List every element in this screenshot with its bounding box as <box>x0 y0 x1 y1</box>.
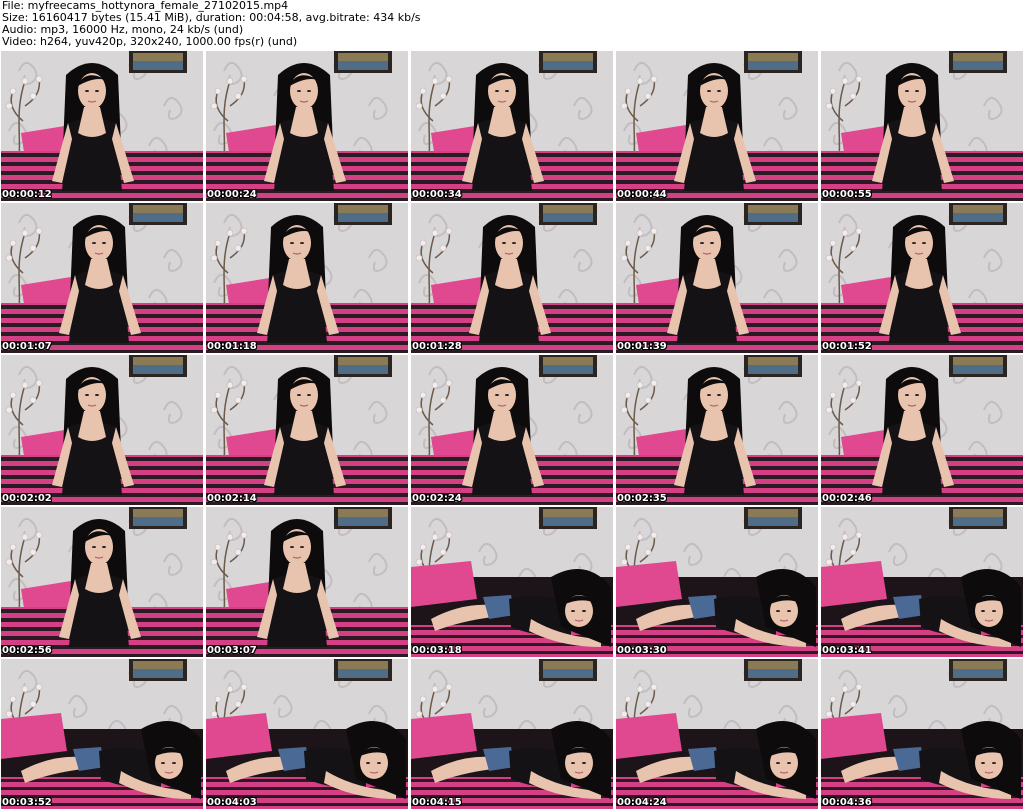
frame-timestamp: 00:02:14 <box>207 493 257 504</box>
frame-image <box>821 355 1023 505</box>
frame-image <box>206 203 408 353</box>
video-frame-thumbnail: 00:02:14 <box>206 355 408 505</box>
frame-timestamp: 00:04:24 <box>617 797 667 808</box>
frame-image <box>1 507 203 657</box>
video-frame-thumbnail: 00:00:24 <box>206 51 408 201</box>
frame-timestamp: 00:03:41 <box>822 645 872 656</box>
thumbnail-grid: 00:00:12 00:00:24 00:00:34 00:00:44 00:00:55… <box>1 51 1023 811</box>
video-frame-thumbnail: 00:04:24 <box>616 659 818 809</box>
video-frame-thumbnail: 00:04:15 <box>411 659 613 809</box>
frame-image <box>616 51 818 201</box>
frame-timestamp: 00:03:52 <box>2 797 52 808</box>
frame-image <box>206 659 408 809</box>
video-frame-thumbnail: 00:02:02 <box>1 355 203 505</box>
frame-timestamp: 00:02:35 <box>617 493 667 504</box>
frame-image <box>206 51 408 201</box>
video-frame-thumbnail: 00:02:46 <box>821 355 1023 505</box>
video-info-line: Video: h264, yuv420p, 320x240, 1000.00 f… <box>2 36 298 48</box>
video-frame-thumbnail: 00:00:44 <box>616 51 818 201</box>
video-frame-thumbnail: 00:02:24 <box>411 355 613 505</box>
frame-image <box>616 659 818 809</box>
frame-timestamp: 00:00:55 <box>822 189 872 200</box>
video-frame-thumbnail: 00:02:35 <box>616 355 818 505</box>
frame-timestamp: 00:01:07 <box>2 341 52 352</box>
frame-timestamp: 00:02:46 <box>822 493 872 504</box>
frame-timestamp: 00:03:07 <box>207 645 257 656</box>
frame-image <box>616 203 818 353</box>
frame-timestamp: 00:03:30 <box>617 645 667 656</box>
frame-timestamp: 00:01:18 <box>207 341 257 352</box>
file-size-line: Size: 16160417 bytes (15.41 MiB), durati… <box>2 12 421 24</box>
audio-info-line: Audio: mp3, 16000 Hz, mono, 24 kb/s (und… <box>2 24 244 36</box>
video-frame-thumbnail: 00:01:07 <box>1 203 203 353</box>
frame-image <box>616 355 818 505</box>
video-frame-thumbnail: 00:02:56 <box>1 507 203 657</box>
frame-image <box>821 507 1023 657</box>
video-frame-thumbnail: 00:00:55 <box>821 51 1023 201</box>
video-frame-thumbnail: 00:03:41 <box>821 507 1023 657</box>
frame-image <box>1 355 203 505</box>
frame-image <box>411 51 613 201</box>
frame-image <box>411 507 613 657</box>
frame-image <box>821 659 1023 809</box>
video-frame-thumbnail: 00:03:30 <box>616 507 818 657</box>
frame-timestamp: 00:02:56 <box>2 645 52 656</box>
frame-image <box>1 203 203 353</box>
frame-image <box>411 355 613 505</box>
video-frame-thumbnail: 00:01:28 <box>411 203 613 353</box>
frame-timestamp: 00:00:44 <box>617 189 667 200</box>
video-frame-thumbnail: 00:00:12 <box>1 51 203 201</box>
frame-timestamp: 00:00:34 <box>412 189 462 200</box>
video-frame-thumbnail: 00:03:07 <box>206 507 408 657</box>
video-frame-thumbnail: 00:00:34 <box>411 51 613 201</box>
frame-timestamp: 00:02:24 <box>412 493 462 504</box>
frame-image <box>411 203 613 353</box>
file-name-line: File: myfreecams_hottynora_female_271020… <box>2 0 289 12</box>
frame-image <box>206 507 408 657</box>
video-frame-thumbnail: 00:03:52 <box>1 659 203 809</box>
frame-timestamp: 00:01:39 <box>617 341 667 352</box>
media-info-header: File: myfreecams_hottynora_female_271020… <box>2 0 1022 50</box>
frame-timestamp: 00:02:02 <box>2 493 52 504</box>
frame-timestamp: 00:04:36 <box>822 797 872 808</box>
frame-timestamp: 00:03:18 <box>412 645 462 656</box>
frame-timestamp: 00:01:28 <box>412 341 462 352</box>
video-frame-thumbnail: 00:03:18 <box>411 507 613 657</box>
video-frame-thumbnail: 00:01:52 <box>821 203 1023 353</box>
frame-image <box>206 355 408 505</box>
frame-timestamp: 00:00:12 <box>2 189 52 200</box>
video-frame-thumbnail: 00:01:39 <box>616 203 818 353</box>
frame-image <box>616 507 818 657</box>
frame-timestamp: 00:00:24 <box>207 189 257 200</box>
frame-image <box>821 51 1023 201</box>
frame-timestamp: 00:04:15 <box>412 797 462 808</box>
video-frame-thumbnail: 00:01:18 <box>206 203 408 353</box>
frame-image <box>411 659 613 809</box>
video-frame-thumbnail: 00:04:03 <box>206 659 408 809</box>
frame-timestamp: 00:01:52 <box>822 341 872 352</box>
frame-image <box>1 51 203 201</box>
frame-image <box>821 203 1023 353</box>
video-frame-thumbnail: 00:04:36 <box>821 659 1023 809</box>
frame-timestamp: 00:04:03 <box>207 797 257 808</box>
frame-image <box>1 659 203 809</box>
